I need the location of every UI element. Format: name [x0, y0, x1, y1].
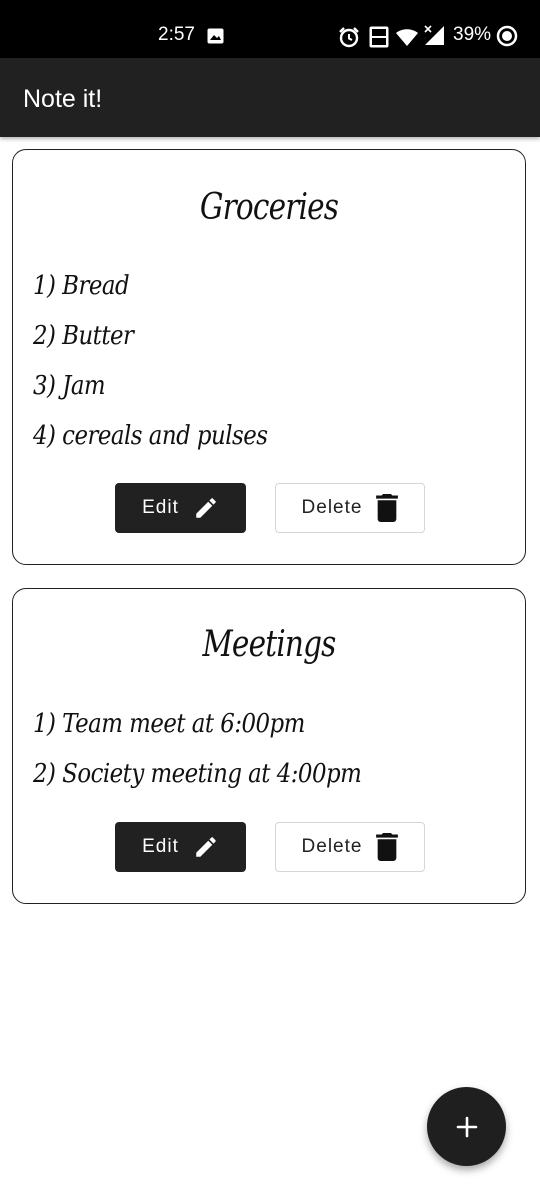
delete-button[interactable]: Delete [275, 822, 425, 872]
edit-button-label: Edit [142, 497, 179, 518]
add-note-button[interactable] [427, 1087, 506, 1166]
note-line: 1) Bread [33, 271, 130, 301]
note-line: 4) cereals and pulses [33, 421, 268, 451]
wifi-icon [396, 29, 418, 51]
status-bar: 2:57 39% [0, 0, 540, 58]
plus-icon [456, 1116, 477, 1137]
note-line: 3) Jam [33, 371, 106, 401]
note-card: Meetings 1) Team meet at 6:00pm 2) Socie… [12, 588, 526, 904]
pencil-icon [196, 498, 216, 518]
note-title: Meetings [202, 624, 337, 665]
delete-button[interactable]: Delete [275, 483, 425, 533]
image-icon [207, 28, 224, 48]
pencil-icon [196, 837, 216, 857]
app-bar: Note it! [0, 58, 540, 137]
alarm-icon [338, 26, 360, 52]
app-title: Note it! [23, 85, 103, 113]
note-line: 2) Society meeting at 4:00pm [33, 759, 362, 789]
edit-button[interactable]: Edit [115, 822, 246, 872]
delete-button-label: Delete [301, 497, 363, 518]
battery-icon [496, 25, 518, 51]
trash-icon [376, 494, 399, 522]
battery-percent: 39% [453, 24, 492, 45]
note-title: Groceries [199, 187, 339, 228]
status-time: 2:57 [158, 24, 195, 45]
volte-icon [369, 26, 389, 52]
note-line: 1) Team meet at 6:00pm [33, 709, 305, 739]
edit-button[interactable]: Edit [115, 483, 246, 533]
note-card: Groceries 1) Bread 2) Butter 3) Jam 4) c… [12, 149, 526, 565]
trash-icon [376, 833, 399, 861]
signal-icon [423, 24, 445, 50]
edit-button-label: Edit [142, 836, 179, 857]
note-line: 2) Butter [33, 321, 134, 351]
delete-button-label: Delete [301, 836, 363, 857]
